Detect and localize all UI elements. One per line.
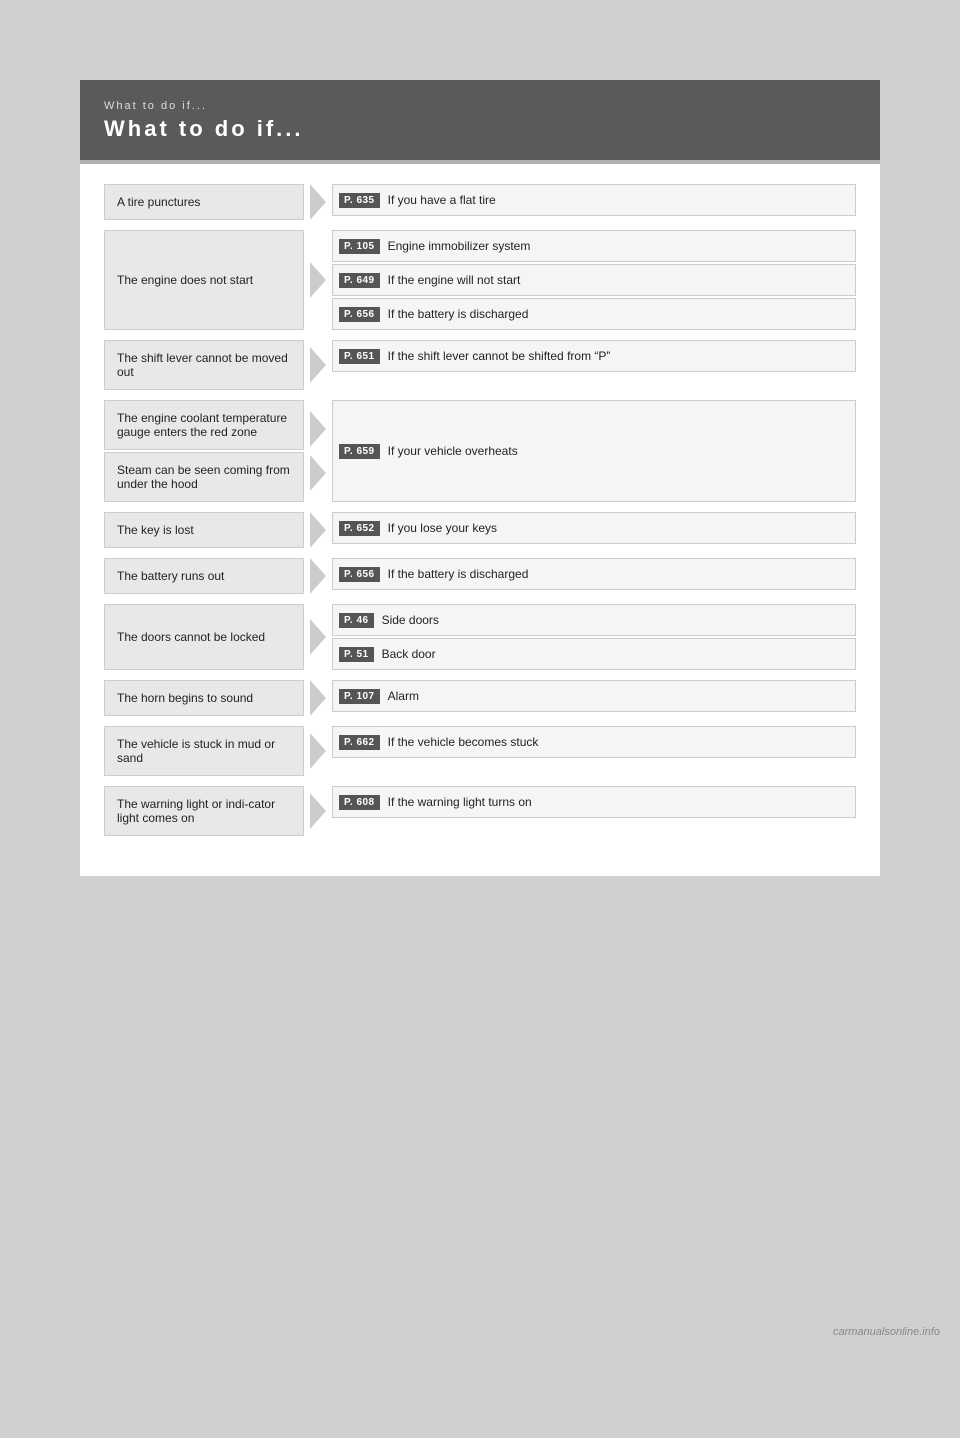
arrow-engine-start (304, 230, 332, 330)
arrow-battery (304, 558, 332, 594)
arrow-icon (310, 793, 326, 829)
arrow-overheat (304, 400, 332, 502)
arrow-horn (304, 680, 332, 716)
arrow-icon (310, 680, 326, 716)
right-row-engine-start-1: P. 649 If the engine will not start (332, 264, 856, 296)
watermark: carmanualsonline.info (833, 1326, 940, 1338)
page-badge: P. 651 (339, 349, 380, 364)
right-rows-battery: P. 656 If the battery is discharged (332, 558, 856, 594)
right-row-doors-1: P. 51 Back door (332, 638, 856, 670)
header-small-title: What to do if... (104, 100, 856, 112)
right-rows-tire: P. 635 If you have a flat tire (332, 184, 856, 220)
entry-stuck: The vehicle is stuck in mud or sand P. 66… (104, 726, 856, 776)
right-overheat: P. 659 If your vehicle overheats (332, 400, 856, 502)
left-item-stuck: The vehicle is stuck in mud or sand (104, 726, 304, 776)
arrow-icon (310, 558, 326, 594)
page-badge: P. 659 (339, 444, 380, 459)
right-row-horn-0: P. 107 Alarm (332, 680, 856, 712)
arrow-icon (310, 347, 326, 383)
page-badge: P. 662 (339, 735, 380, 750)
arrow-key-lost (304, 512, 332, 548)
right-rows-engine-start: P. 105 Engine immobilizer system P. 649 If … (332, 230, 856, 330)
right-row-engine-start-2: P. 656 If the battery is discharged (332, 298, 856, 330)
entry-battery: The battery runs out P. 656 If the battery… (104, 558, 856, 594)
right-text: If the battery is discharged (388, 567, 529, 581)
left-item-horn: The horn begins to sound (104, 680, 304, 716)
right-row-doors-0: P. 46 Side doors (332, 604, 856, 636)
arrow-icon (310, 411, 326, 447)
right-row-shift-lever-0: P. 651 If the shift lever cannot be shift… (332, 340, 856, 372)
right-rows-warning: P. 608 If the warning light turns on (332, 786, 856, 836)
page-badge: P. 656 (339, 307, 380, 322)
right-row-stuck-0: P. 662 If the vehicle becomes stuck (332, 726, 856, 758)
entry-doors: The doors cannot be locked P. 46 Side door… (104, 604, 856, 670)
left-item-engine-start: The engine does not start (104, 230, 304, 330)
left-item-overheat-1: Steam can be seen coming from under the … (104, 452, 304, 502)
right-rows-horn: P. 107 Alarm (332, 680, 856, 716)
arrow-tire (304, 184, 332, 220)
multi-left-overheat: The engine coolant temperature gauge ent… (104, 400, 304, 502)
left-item-warning: The warning light or indi-cator light co… (104, 786, 304, 836)
page-badge: P. 51 (339, 647, 374, 662)
left-item-overheat-0: The engine coolant temperature gauge ent… (104, 400, 304, 450)
entry-key-lost: The key is lost P. 652 If you lose your ke… (104, 512, 856, 548)
arrow-icon (310, 512, 326, 548)
right-text: If you have a flat tire (388, 193, 496, 207)
arrow-icon (310, 184, 326, 220)
page-badge: P. 649 (339, 273, 380, 288)
entry-horn: The horn begins to sound P. 107 Alarm (104, 680, 856, 716)
entry-tire: A tire punctures P. 635 If you have a flat… (104, 184, 856, 220)
page-badge: P. 608 (339, 795, 380, 810)
arrow-icon (310, 619, 326, 655)
right-text: Engine immobilizer system (388, 239, 531, 253)
page-badge: P. 656 (339, 567, 380, 582)
right-text: If your vehicle overheats (388, 444, 518, 458)
left-item-battery: The battery runs out (104, 558, 304, 594)
right-rows-stuck: P. 662 If the vehicle becomes stuck (332, 726, 856, 776)
right-row-tire-0: P. 635 If you have a flat tire (332, 184, 856, 216)
page-badge: P. 46 (339, 613, 374, 628)
entry-warning: The warning light or indi-cator light co… (104, 786, 856, 836)
content-area: A tire punctures P. 635 If you have a flat… (80, 164, 880, 876)
right-row-key-lost-0: P. 652 If you lose your keys (332, 512, 856, 544)
right-text: If you lose your keys (388, 521, 497, 535)
left-item-doors: The doors cannot be locked (104, 604, 304, 670)
arrow-stuck (304, 726, 332, 776)
right-text: Back door (382, 647, 436, 661)
page-badge: P. 635 (339, 193, 380, 208)
left-item-key-lost: The key is lost (104, 512, 304, 548)
arrow-icon (310, 455, 326, 491)
left-item-shift-lever: The shift lever cannot be moved out (104, 340, 304, 390)
right-text: Side doors (382, 613, 439, 627)
right-row-engine-start-0: P. 105 Engine immobilizer system (332, 230, 856, 262)
arrow-icon (310, 733, 326, 769)
right-text: If the vehicle becomes stuck (388, 735, 539, 749)
right-row-battery-0: P. 656 If the battery is discharged (332, 558, 856, 590)
right-text: Alarm (388, 689, 419, 703)
arrow-icon (310, 262, 326, 298)
right-rows-doors: P. 46 Side doors P. 51 Back door (332, 604, 856, 670)
arrow-shift-lever (304, 340, 332, 390)
arrow-doors (304, 604, 332, 670)
page-background: What to do if... What to do if... A tire… (0, 80, 960, 1438)
entry-overheat: The engine coolant temperature gauge ent… (104, 400, 856, 502)
right-rows-key-lost: P. 652 If you lose your keys (332, 512, 856, 548)
arrow-warning (304, 786, 332, 836)
right-text: If the shift lever cannot be shifted fro… (388, 349, 611, 363)
page-badge: P. 105 (339, 239, 380, 254)
header-section: What to do if... What to do if... (80, 80, 880, 164)
entry-shift-lever: The shift lever cannot be moved out P. 65… (104, 340, 856, 390)
page-badge: P. 107 (339, 689, 380, 704)
right-row-warning-0: P. 608 If the warning light turns on (332, 786, 856, 818)
page-badge: P. 652 (339, 521, 380, 536)
left-item-tire: A tire punctures (104, 184, 304, 220)
right-text: If the engine will not start (388, 273, 521, 287)
right-text: If the warning light turns on (388, 795, 532, 809)
header-large-title: What to do if... (104, 116, 856, 142)
entry-engine-start: The engine does not start P. 105 Engine im… (104, 230, 856, 330)
right-text: If the battery is discharged (388, 307, 529, 321)
right-rows-shift-lever: P. 651 If the shift lever cannot be shift… (332, 340, 856, 390)
